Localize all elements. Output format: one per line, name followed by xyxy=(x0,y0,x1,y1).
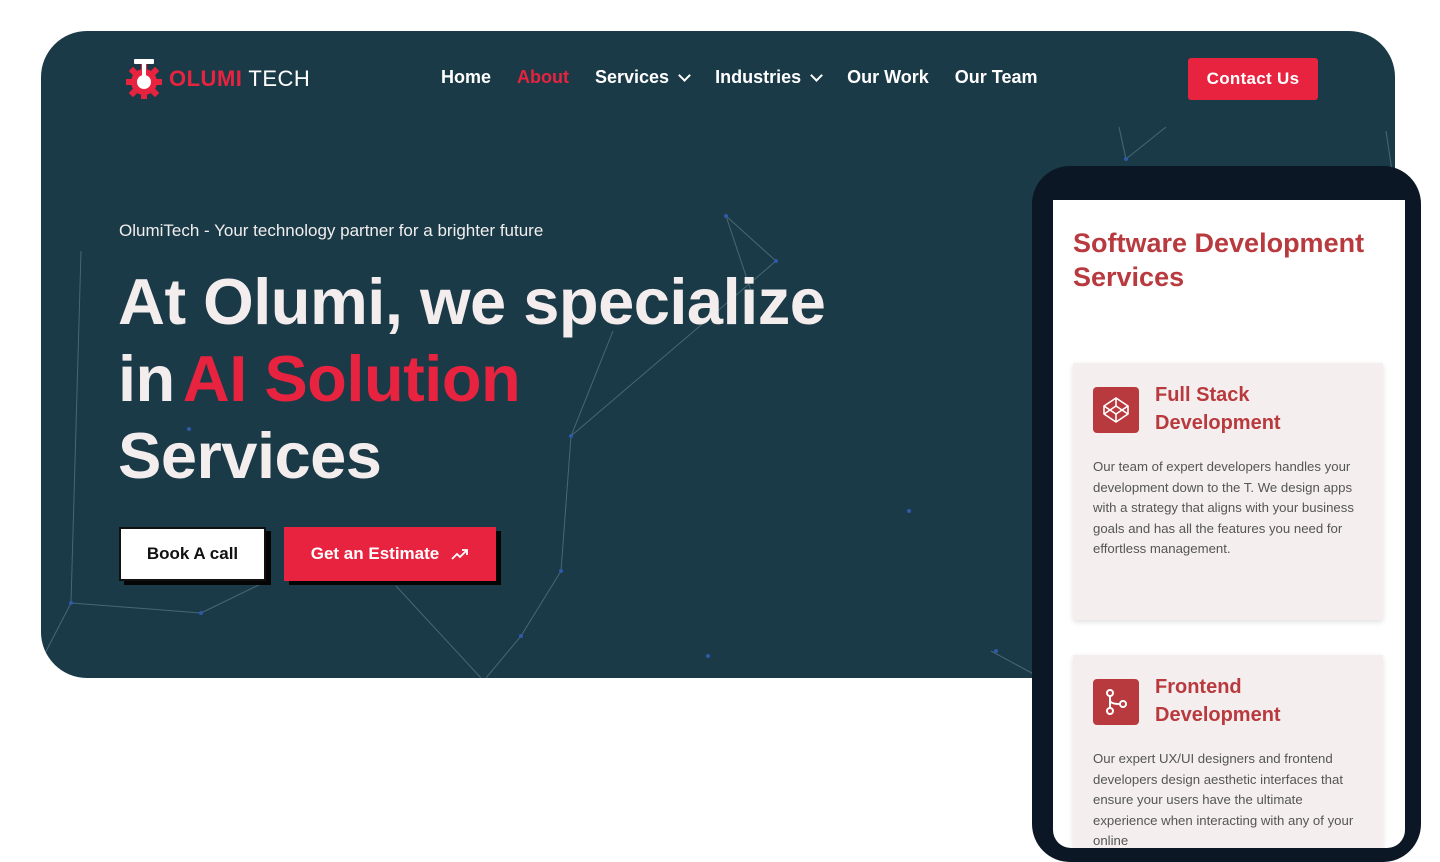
hero-tagline: OlumiTech - Your technology partner for … xyxy=(119,221,544,240)
card-description: Our expert UX/UI designers and frontend … xyxy=(1093,751,1354,848)
brand-name-olumi: OLUMI xyxy=(169,66,243,91)
service-card-frontend[interactable]: Frontend Development Our expert UX/UI de… xyxy=(1073,655,1383,848)
mobile-section-title: Software Development Services xyxy=(1073,228,1365,292)
nav-industries-label: Industries xyxy=(715,67,802,87)
service-card-full-stack[interactable]: Full Stack Development Our team of exper… xyxy=(1073,363,1383,620)
headline-accent: AI Solution xyxy=(182,342,521,415)
headline-in: in xyxy=(118,342,175,415)
codepen-cube-icon xyxy=(1093,387,1139,433)
nav-industries[interactable]: Industries xyxy=(715,67,823,88)
trend-up-arrow-icon xyxy=(451,549,469,560)
phone-notch-area xyxy=(1053,180,1405,201)
nav-our-team[interactable]: Our Team xyxy=(955,67,1038,88)
chevron-down-icon xyxy=(678,68,691,82)
hero-headline: At Olumi, we specialize in AI Solution Se… xyxy=(118,263,826,494)
get-estimate-button[interactable]: Get an Estimate xyxy=(284,527,496,581)
chevron-down-icon xyxy=(810,68,823,82)
card-title: Frontend Development xyxy=(1155,676,1281,726)
nav-our-work[interactable]: Our Work xyxy=(847,67,929,88)
brand-name-tech: TECH xyxy=(248,66,311,91)
card-title: Full Stack Development xyxy=(1155,384,1281,434)
main-nav: Home About Services Industries Our Work … xyxy=(441,67,1063,88)
brand-logo[interactable]: OLUMI TECH xyxy=(121,57,310,101)
headline-line-3: Services xyxy=(118,419,382,492)
headline-line-1: At Olumi, we specialize xyxy=(118,265,826,338)
phone-screen: Software Development Services Full Stack… xyxy=(1053,200,1405,848)
nav-home[interactable]: Home xyxy=(441,67,491,88)
logo-gear-icon xyxy=(126,59,162,99)
get-estimate-label: Get an Estimate xyxy=(310,544,440,563)
git-branch-icon xyxy=(1093,679,1139,725)
nav-about[interactable]: About xyxy=(517,67,569,88)
book-a-call-button[interactable]: Book A call xyxy=(119,527,266,581)
card-description: Our team of expert developers handles yo… xyxy=(1093,459,1354,556)
contact-us-button[interactable]: Contact Us xyxy=(1188,58,1318,100)
nav-services[interactable]: Services xyxy=(595,67,691,88)
nav-services-label: Services xyxy=(595,67,670,87)
